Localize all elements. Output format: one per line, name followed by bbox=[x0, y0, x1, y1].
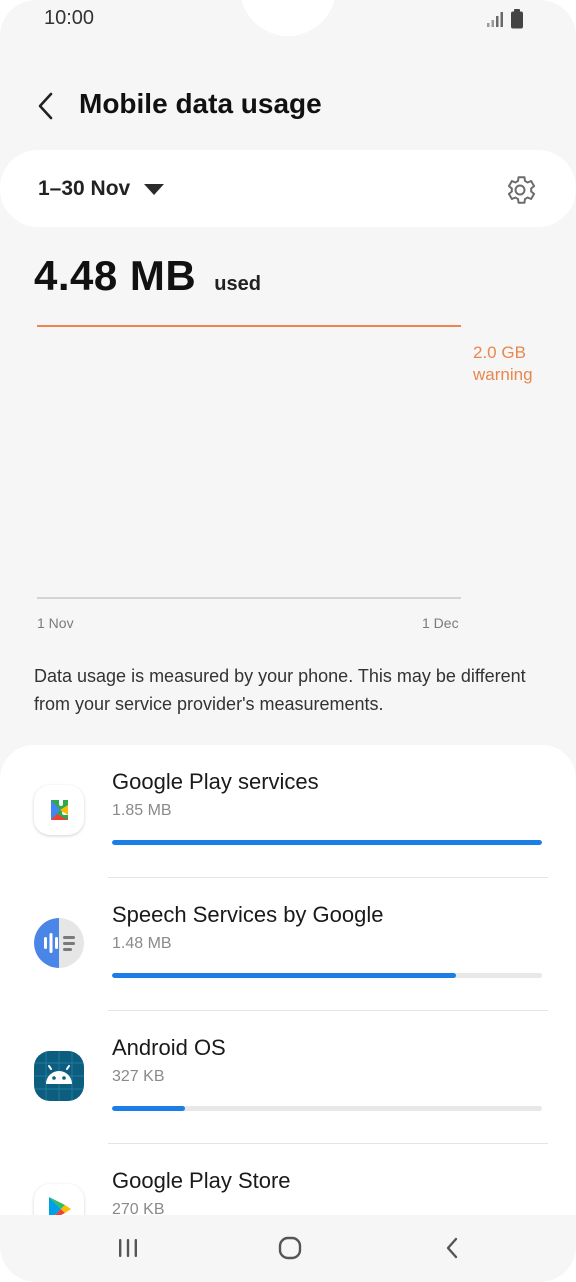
battery-icon bbox=[511, 9, 523, 29]
speech-services-icon bbox=[34, 918, 84, 968]
chart-baseline bbox=[37, 597, 461, 599]
status-icons bbox=[486, 9, 534, 29]
usage-bar-fill bbox=[112, 1106, 186, 1111]
app-name: Google Play Store bbox=[112, 1168, 291, 1193]
warning-amount: 2.0 GB bbox=[473, 343, 526, 362]
usage-value: 4.48 MB bbox=[34, 252, 197, 299]
recent-apps-icon bbox=[119, 1239, 137, 1257]
list-item[interactable]: Speech Services by Google 1.48 MB bbox=[0, 878, 576, 1011]
usage-bar-fill bbox=[112, 973, 456, 978]
google-play-services-icon bbox=[34, 785, 84, 835]
usage-unit: used bbox=[214, 273, 261, 295]
back-nav-button[interactable] bbox=[432, 1233, 472, 1263]
x-axis-end-label: 1 Dec bbox=[422, 615, 459, 631]
x-axis-start-label: 1 Nov bbox=[37, 615, 74, 631]
phone-screen: 10:00 Mobile data usage 1–30 Nov 4.48 MB… bbox=[0, 0, 576, 1282]
google-play-store-icon bbox=[34, 1184, 84, 1215]
settings-button[interactable] bbox=[500, 170, 540, 210]
usage-bar-fill bbox=[112, 840, 542, 845]
app-header: Mobile data usage bbox=[0, 80, 576, 132]
list-item[interactable]: Google Play services 1.85 MB bbox=[0, 745, 576, 878]
chevron-left-icon bbox=[38, 92, 53, 120]
status-bar: 10:00 bbox=[0, 0, 576, 40]
period-label: 1–30 Nov bbox=[38, 177, 131, 200]
warning-text: warning bbox=[473, 365, 533, 384]
camera-notch bbox=[240, 0, 336, 36]
period-dropdown[interactable]: 1–30 Nov bbox=[38, 173, 165, 205]
recent-apps-button[interactable] bbox=[108, 1233, 148, 1263]
warning-label: 2.0 GB warning bbox=[473, 342, 533, 386]
home-icon bbox=[278, 1236, 302, 1260]
android-os-icon bbox=[34, 1051, 84, 1101]
home-button[interactable] bbox=[270, 1233, 310, 1263]
app-usage-list: Google Play services 1.85 MB Speech Serv… bbox=[0, 745, 576, 1215]
navigation-bar bbox=[0, 1215, 576, 1282]
usage-summary: 4.48 MB used bbox=[34, 252, 261, 302]
list-item[interactable]: Android OS 327 KB bbox=[0, 1011, 576, 1144]
signal-icon bbox=[487, 12, 503, 27]
app-name: Speech Services by Google bbox=[112, 902, 384, 927]
list-item[interactable]: Google Play Store 270 KB bbox=[0, 1144, 576, 1215]
app-name: Google Play services bbox=[112, 769, 319, 794]
page-title: Mobile data usage bbox=[79, 88, 322, 119]
usage-bar bbox=[112, 973, 542, 978]
warning-line bbox=[37, 325, 461, 327]
usage-bar bbox=[112, 840, 542, 845]
usage-bar bbox=[112, 1106, 542, 1111]
period-card: 1–30 Nov bbox=[0, 150, 576, 227]
gear-icon bbox=[507, 176, 536, 204]
app-size: 327 KB bbox=[112, 1068, 165, 1085]
status-time: 10:00 bbox=[44, 7, 95, 29]
app-size: 270 KB bbox=[112, 1201, 165, 1215]
back-button[interactable] bbox=[28, 86, 64, 126]
app-size: 1.85 MB bbox=[112, 802, 172, 819]
disclaimer-text: Data usage is measured by your phone. Th… bbox=[34, 666, 526, 714]
caret-down-icon bbox=[144, 183, 165, 195]
app-size: 1.48 MB bbox=[112, 935, 172, 952]
back-nav-icon bbox=[446, 1237, 458, 1259]
usage-chart: 2.0 GB warning 1 Nov 1 Dec bbox=[0, 318, 576, 638]
app-name: Android OS bbox=[112, 1035, 226, 1060]
